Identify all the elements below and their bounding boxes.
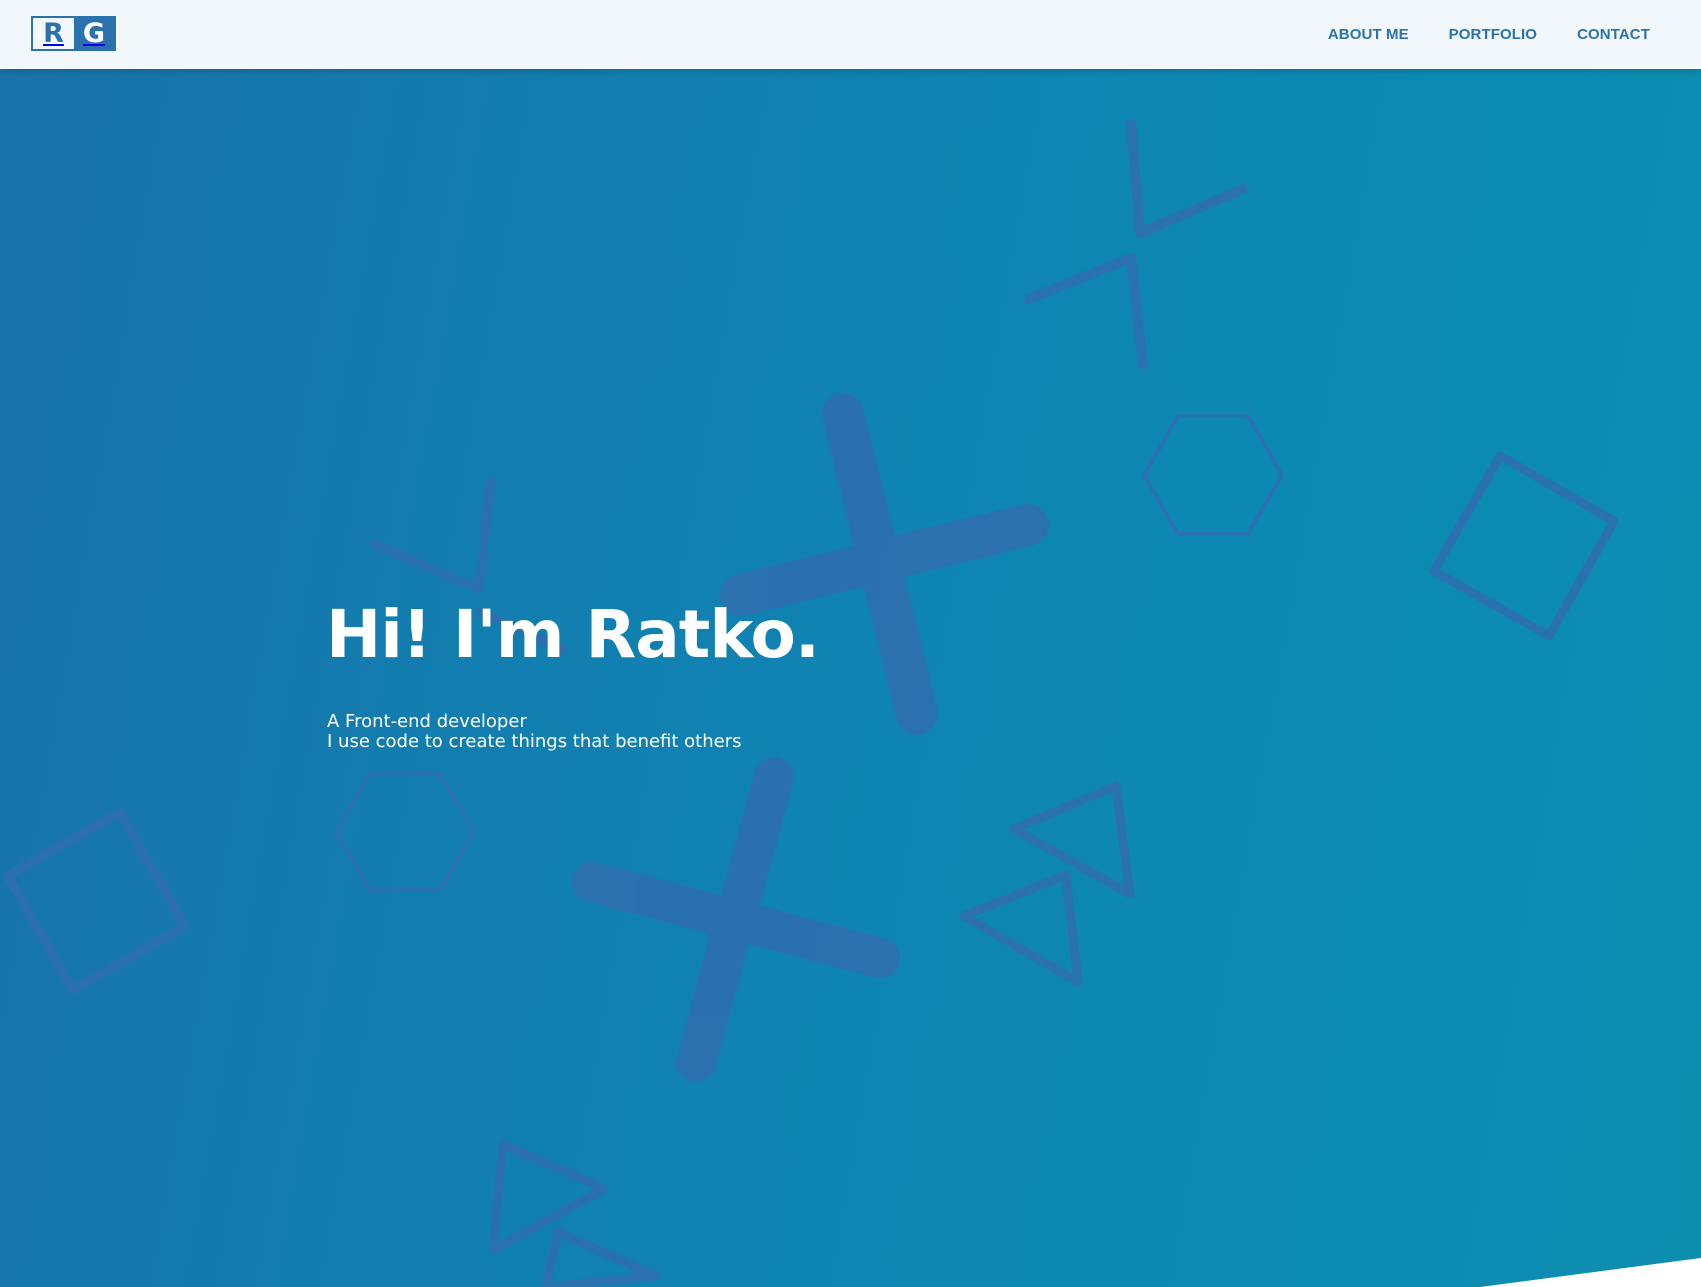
nav-about-me[interactable]: ABOUT ME <box>1328 26 1409 43</box>
logo[interactable]: R G <box>31 16 116 51</box>
hero-subtitle-line-1: A Front-end developer <box>327 711 527 732</box>
hero-subtitle: A Front-end developer I use code to crea… <box>327 712 742 752</box>
hero-title: Hi! I'm Ratko. <box>326 596 820 673</box>
site-header: R G ABOUT ME PORTFOLIO CONTACT <box>0 0 1701 69</box>
main-nav: ABOUT ME PORTFOLIO CONTACT <box>1288 0 1650 69</box>
logo-letter-g: G <box>74 18 114 49</box>
bottom-wedge <box>1480 1258 1701 1287</box>
nav-contact[interactable]: CONTACT <box>1577 26 1650 43</box>
hero-subtitle-line-2: I use code to create things that benefit… <box>327 731 742 752</box>
logo-letter-r: R <box>33 18 74 49</box>
nav-portfolio[interactable]: PORTFOLIO <box>1449 26 1537 43</box>
